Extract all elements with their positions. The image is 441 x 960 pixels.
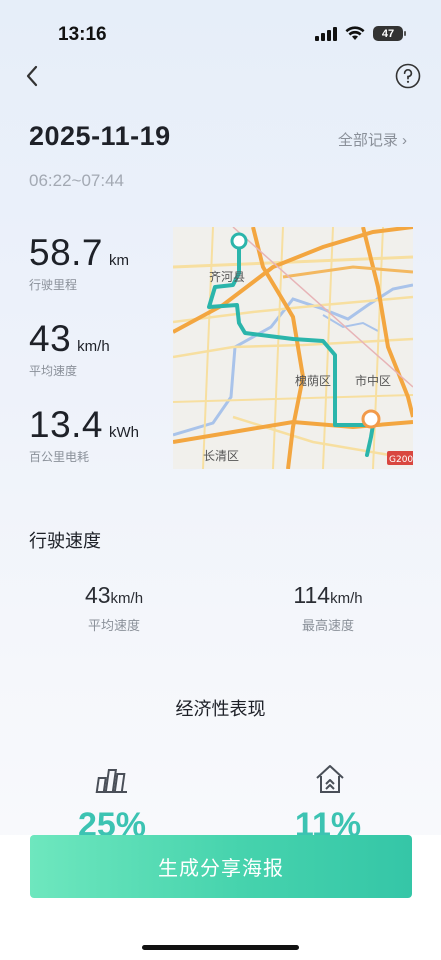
distance-unit: km (109, 252, 130, 269)
status-icons: 47 (315, 26, 406, 41)
map-label-changqing: 长清区 (203, 449, 239, 463)
nav-bar (0, 60, 441, 92)
help-icon[interactable] (395, 63, 421, 89)
chevron-left-icon (26, 65, 38, 87)
speed-section-title: 行驶速度 (29, 531, 101, 551)
max-speed-block: 114km/h 最高速度 (258, 582, 398, 634)
consumption-stat: 13.4 kWh 百公里电耗 (29, 404, 139, 465)
max-speed-unit: km/h (330, 590, 363, 607)
bar-chart-icon (95, 769, 127, 793)
route-map[interactable]: 齐河县 槐荫区 市中区 长清区 G2001 (173, 227, 413, 469)
distance-label: 行驶里程 (29, 278, 78, 292)
avg-speed-stat: 43 km/h 平均速度 (29, 318, 110, 379)
battery-level: 47 (381, 27, 395, 40)
economy-left-value: 25% (77, 806, 147, 836)
consumption-unit: kWh (109, 424, 140, 441)
avg-speed-block-value: 43 (84, 582, 111, 608)
economy-right-value: 11% (294, 806, 362, 836)
avg-speed-block-label: 平均速度 (87, 618, 140, 633)
map-label-huaiyin: 槐荫区 (295, 373, 331, 388)
back-button[interactable] (18, 62, 46, 90)
consumption-value: 13.4 (29, 404, 104, 445)
map-canvas: 齐河县 槐荫区 市中区 长清区 G2001 (173, 227, 413, 469)
consumption-label: 百公里电耗 (29, 450, 90, 464)
trip-date: 2025-11-19 (29, 121, 171, 151)
economy-section-title: 经济性表现 (175, 699, 266, 719)
map-label-highway: G2001 (389, 455, 413, 465)
avg-speed-block-unit: km/h (110, 590, 144, 607)
max-speed-value: 114 (293, 582, 331, 608)
avg-speed-block: 43km/h 平均速度 (44, 582, 184, 634)
wifi-icon (345, 26, 365, 40)
distance-stat: 58.7 km 行驶里程 (29, 232, 129, 293)
avg-speed-label: 平均速度 (29, 364, 78, 378)
house-upgrade-icon (316, 765, 344, 793)
all-records-link[interactable]: 全部记录 › (338, 129, 407, 150)
trip-time-range: 06:22~07:44 (29, 171, 125, 190)
map-label-qihe: 齐河县 (209, 269, 245, 284)
avg-speed-value: 43 (29, 318, 72, 359)
cellular-signal-icon (315, 26, 337, 41)
battery-icon: 47 (373, 26, 406, 41)
home-indicator (142, 945, 299, 950)
status-bar: 13:16 47 (0, 0, 441, 60)
avg-speed-unit: km/h (77, 338, 110, 355)
generate-share-poster-button[interactable]: 生成分享海报 (30, 835, 412, 898)
map-label-shizhong: 市中区 (355, 373, 391, 388)
max-speed-label: 最高速度 (301, 618, 354, 633)
status-time: 13:16 (58, 24, 107, 45)
distance-value: 58.7 (29, 232, 104, 273)
